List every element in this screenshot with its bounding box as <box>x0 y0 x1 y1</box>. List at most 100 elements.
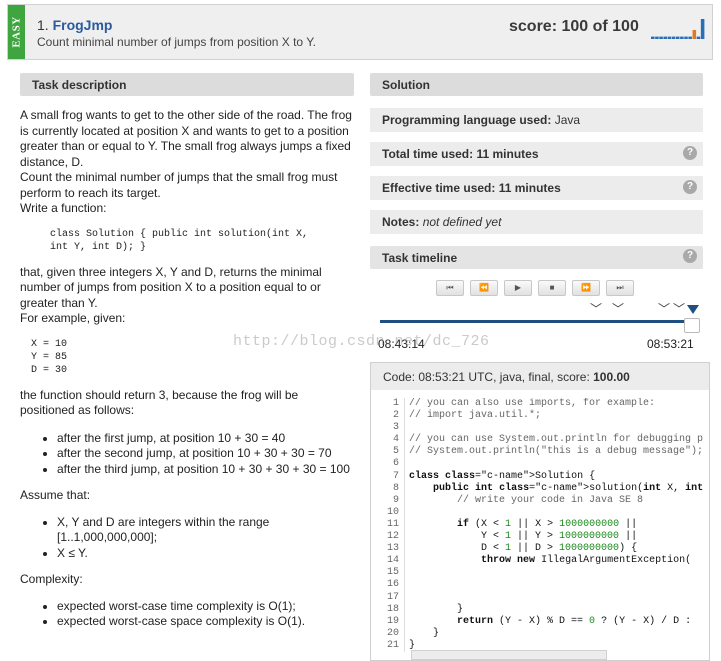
code-line: if (X < 1 || X > 1000000000 || <box>457 518 638 530</box>
function-signature: class Solution { public int solution(int… <box>50 228 309 253</box>
complexity-list: expected worst-case time complexity is O… <box>20 599 355 630</box>
code-line: return (Y - X) % D == 0 ? (Y - X) / D : <box>457 615 692 627</box>
list-item: after the second jump, at position 10 + … <box>57 446 355 462</box>
timeline-current-marker-icon <box>687 305 699 314</box>
code-text[interactable]: // you can also use imports, for example… <box>409 398 709 652</box>
task-number: 1. <box>37 17 49 33</box>
watermark: http://blog.csdn.net/dc_726 <box>233 333 490 350</box>
total-time-row: Total time used: 11 minutes ? <box>370 142 703 166</box>
timeline-handle[interactable] <box>684 318 700 333</box>
line-number: 12 <box>386 531 399 543</box>
effective-time-row: Effective time used: 11 minutes ? <box>370 176 703 200</box>
score-histogram-bar <box>659 36 663 39</box>
desc-paragraph: Write a function: <box>20 201 107 215</box>
code-line: } <box>409 627 440 639</box>
timeline-track[interactable] <box>380 320 693 323</box>
list-item: expected worst-case time complexity is O… <box>57 599 355 615</box>
line-number: 2 <box>392 410 399 422</box>
line-number-gutter: 1 2 3 4 5 6 7 8 9 10 11 12 13 14 15 16 17 18 19 20 21 <box>371 398 405 652</box>
score-text: score: 100 of 100 <box>509 18 639 35</box>
score-histogram-bar <box>655 36 659 39</box>
help-icon[interactable]: ? <box>683 249 697 263</box>
last-step-button[interactable]: ⏭ <box>606 280 634 296</box>
task-title: 1. FrogJmp <box>37 17 112 33</box>
list-item: expected worst-case space complexity is … <box>57 614 355 630</box>
effective-time-value: 11 minutes <box>498 181 561 195</box>
code-line: class class="c-name">Solution { <box>409 470 596 482</box>
line-number: 5 <box>392 446 399 458</box>
score-histogram-bar <box>696 36 701 39</box>
code-line: // you can use System.out.println for de… <box>409 434 704 446</box>
score-histogram-bar <box>692 30 697 39</box>
desc-paragraph: that, given three integers X, Y and D, r… <box>20 264 322 310</box>
stop-button[interactable]: ■ <box>538 280 566 296</box>
language-row: Programming language used: Java <box>370 108 703 132</box>
code-line: // you can also use imports, for example… <box>409 398 656 409</box>
timeline-event-chevron-icon: ﹀ <box>612 302 625 316</box>
code-line: throw new IllegalArgumentException( <box>481 555 692 567</box>
line-number: 13 <box>386 543 399 555</box>
score-histogram-bar <box>663 36 668 39</box>
line-number: 19 <box>386 615 399 627</box>
score-histogram-bar <box>667 36 672 39</box>
total-time-value: 11 minutes <box>476 147 539 161</box>
line-number: 3 <box>392 422 399 434</box>
score-histogram-bar <box>675 36 680 39</box>
task-description-heading: Task description <box>20 73 354 96</box>
line-number: 8 <box>392 482 399 494</box>
task-name-link[interactable]: FrogJmp <box>53 17 113 33</box>
difficulty-label: EASY <box>10 16 23 48</box>
timeline-event-chevron-icon: ﹀ <box>673 302 686 316</box>
list-item: X, Y and D are integers within the range… <box>57 515 355 546</box>
language-label: Programming language used: <box>382 113 552 127</box>
effective-time-label: Effective time used: <box>382 181 496 195</box>
line-number: 14 <box>386 555 399 567</box>
score-histogram-bar <box>684 36 688 39</box>
jump-list: after the first jump, at position 10 + 3… <box>20 431 355 478</box>
line-number: 11 <box>386 518 399 530</box>
language-value: Java <box>554 113 581 127</box>
code-line: } <box>409 603 464 615</box>
list-item: after the third jump, at position 10 + 3… <box>57 462 355 478</box>
line-number: 20 <box>386 627 399 639</box>
solution-heading: Solution <box>370 73 703 96</box>
difficulty-badge: EASY <box>8 5 25 59</box>
line-number: 1 <box>392 398 399 409</box>
line-number: 18 <box>386 603 399 615</box>
score-histogram-bar <box>688 36 692 39</box>
timeline-end-time: 08:53:21 <box>647 337 694 351</box>
task-description: A small frog wants to get to the other s… <box>20 108 355 630</box>
code-line: Y < 1 || Y > 1000000000 || <box>409 531 638 543</box>
help-icon[interactable]: ? <box>683 146 697 160</box>
list-item: X ≤ Y. <box>57 546 355 562</box>
desc-paragraph: the function should return 3, because th… <box>20 387 299 418</box>
play-button[interactable]: ▶ <box>504 280 532 296</box>
code-header-text: Code: 08:53:21 UTC, java, final, score: <box>383 370 594 384</box>
score-histogram-bar <box>671 36 676 39</box>
line-number: 10 <box>386 506 399 518</box>
task-header: EASY 1. FrogJmp Count minimal number of … <box>7 4 713 60</box>
help-icon[interactable]: ? <box>683 180 697 194</box>
next-step-button[interactable]: ⏩ <box>572 280 600 296</box>
first-step-button[interactable]: ⏮ <box>436 280 464 296</box>
line-number: 9 <box>392 494 399 506</box>
timeline-controls: ⏮ ⏪ ▶ ■ ⏩ ⏭ <box>436 280 640 297</box>
code-line: public int class="c-name">solution(int X… <box>433 482 704 494</box>
desc-paragraph: A small frog wants to get to the other s… <box>20 108 352 169</box>
notes-row: Notes: not defined yet <box>370 210 703 234</box>
notes-label: Notes: <box>382 215 420 229</box>
complexity-label: Complexity: <box>20 572 83 586</box>
code-score: 100.00 <box>593 370 630 384</box>
horizontal-scrollbar[interactable] <box>411 650 607 660</box>
task-subtitle: Count minimal number of jumps from posit… <box>37 35 317 49</box>
code-header: Code: 08:53:21 UTC, java, final, score: … <box>371 363 709 390</box>
line-number: 7 <box>392 470 399 482</box>
previous-step-button[interactable]: ⏪ <box>470 280 498 296</box>
code-line: // System.out.println("this is a debug m… <box>409 446 704 458</box>
